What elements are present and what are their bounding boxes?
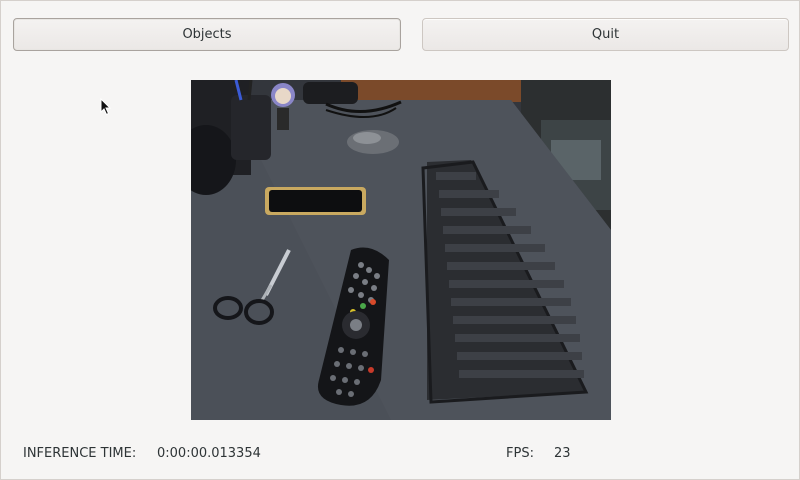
- quit-button[interactable]: Quit: [422, 18, 789, 51]
- inference-time-label: INFERENCE TIME:: [23, 446, 137, 461]
- objects-button[interactable]: Objects: [13, 18, 401, 51]
- fps-label: FPS:: [506, 446, 534, 461]
- mouse-cursor-icon: [100, 98, 112, 116]
- fps-value: 23: [554, 446, 571, 461]
- camera-feed-image: [191, 80, 611, 420]
- inference-time-value: 0:00:00.013354: [157, 446, 261, 461]
